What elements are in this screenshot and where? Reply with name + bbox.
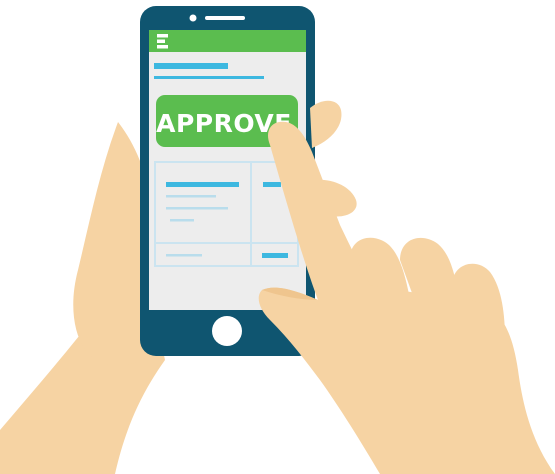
illustration: APPROVE [0, 6, 555, 474]
table-text-line [170, 219, 194, 222]
home-button[interactable] [212, 316, 242, 346]
table-text-line [166, 195, 216, 198]
left-finger-top [310, 100, 342, 148]
table-side-heading [263, 182, 281, 187]
screen-title-line [154, 63, 228, 69]
table-heading-line [166, 182, 239, 187]
phone-speaker [205, 16, 245, 20]
table-text-line [166, 207, 228, 210]
table-footer-line [166, 254, 202, 257]
phone-camera [189, 14, 197, 22]
app-header-bar [149, 30, 306, 52]
table-footer-value [262, 253, 288, 258]
right-hand [258, 121, 555, 474]
screen-subtitle-line [154, 76, 264, 79]
